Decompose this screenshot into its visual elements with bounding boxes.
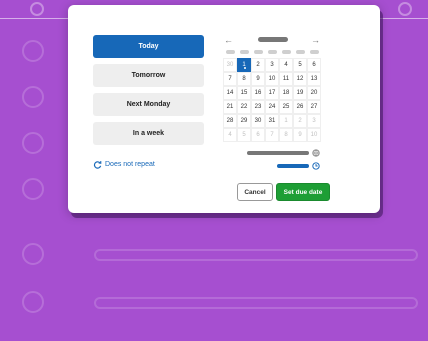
background-check-icon	[22, 132, 44, 154]
calendar-day[interactable]: 1	[279, 114, 293, 128]
calendar-day[interactable]: 4	[223, 128, 237, 142]
calendar-day[interactable]: 4	[279, 58, 293, 72]
calendar-day[interactable]: 2	[251, 58, 265, 72]
background-check-icon	[22, 178, 44, 200]
calendar-day[interactable]: 7	[265, 128, 279, 142]
calendar-grid: 30 1 2 3 4 5 6 7 8 9 10 11 12 13 14 15 16 17 18 19 20 21 22 23 2…	[223, 58, 321, 142]
cancel-button[interactable]: Cancel	[237, 183, 273, 201]
quick-option-today[interactable]: Today	[93, 35, 204, 58]
calendar-day[interactable]: 6	[307, 58, 321, 72]
weekday-label	[296, 50, 305, 54]
calendar-day[interactable]: 13	[307, 72, 321, 86]
calendar-day[interactable]: 8	[279, 128, 293, 142]
time-selector-bar	[247, 151, 309, 155]
calendar-day[interactable]: 19	[293, 86, 307, 100]
calendar-day[interactable]: 12	[293, 72, 307, 86]
weekday-label	[268, 50, 277, 54]
weekday-label	[282, 50, 291, 54]
calendar-day[interactable]: 2	[293, 114, 307, 128]
repeat-label: Does not repeat	[105, 160, 155, 168]
next-month-icon[interactable]: →	[311, 35, 320, 45]
calendar-day[interactable]: 26	[293, 100, 307, 114]
quick-option-next-monday[interactable]: Next Monday	[93, 93, 204, 116]
background-task-bar	[94, 297, 418, 309]
calendar-day[interactable]: 29	[237, 114, 251, 128]
quick-option-tomorrow[interactable]: Tomorrow	[93, 64, 204, 87]
set-due-date-button[interactable]: Set due date	[276, 183, 330, 201]
calendar-day[interactable]: 30	[251, 114, 265, 128]
calendar-day[interactable]: 7	[223, 72, 237, 86]
calendar-day[interactable]: 23	[251, 100, 265, 114]
time-value-bar	[277, 164, 309, 168]
repeat-link[interactable]: Does not repeat	[93, 158, 155, 170]
calendar-day[interactable]: 5	[293, 58, 307, 72]
calendar-day[interactable]: 20	[307, 86, 321, 100]
prev-month-icon[interactable]: ←	[224, 35, 233, 45]
month-title	[258, 37, 288, 42]
background-task-bar	[94, 249, 418, 261]
calendar-day[interactable]: 8	[237, 72, 251, 86]
background-check-icon	[22, 243, 44, 265]
calendar-day[interactable]: 24	[265, 100, 279, 114]
calendar-day[interactable]: 28	[223, 114, 237, 128]
background-icon	[30, 2, 44, 16]
calendar-day[interactable]: 18	[279, 86, 293, 100]
calendar-day[interactable]: 31	[265, 114, 279, 128]
background-task-row	[22, 291, 422, 313]
calendar-day[interactable]: 3	[265, 58, 279, 72]
calendar-day[interactable]: 14	[223, 86, 237, 100]
calendar-day-selected[interactable]: 1	[237, 58, 251, 72]
weekday-label	[240, 50, 249, 54]
calendar-day[interactable]: 27	[307, 100, 321, 114]
weekday-label	[310, 50, 319, 54]
calendar-day[interactable]: 3	[307, 114, 321, 128]
calendar-day[interactable]: 9	[251, 72, 265, 86]
calendar-day[interactable]: 25	[279, 100, 293, 114]
background-check-icon	[22, 291, 44, 313]
weekday-label	[226, 50, 235, 54]
calendar-day[interactable]: 30	[223, 58, 237, 72]
calendar-day[interactable]: 6	[251, 128, 265, 142]
calendar-day[interactable]: 9	[293, 128, 307, 142]
weekday-label	[254, 50, 263, 54]
calendar-day[interactable]: 21	[223, 100, 237, 114]
calendar-day[interactable]: 5	[237, 128, 251, 142]
repeat-icon	[93, 160, 102, 169]
calendar-day[interactable]: 10	[265, 72, 279, 86]
background-check-icon	[22, 86, 44, 108]
calendar-day[interactable]: 22	[237, 100, 251, 114]
background-check-icon	[22, 40, 44, 62]
calendar-day[interactable]: 10	[307, 128, 321, 142]
background-task-row	[22, 243, 422, 265]
clock-icon[interactable]	[312, 162, 320, 170]
globe-icon[interactable]	[312, 149, 320, 157]
calendar-day[interactable]: 17	[265, 86, 279, 100]
quick-option-in-a-week[interactable]: In a week	[93, 122, 204, 145]
calendar-day[interactable]: 16	[251, 86, 265, 100]
calendar-day[interactable]: 15	[237, 86, 251, 100]
calendar-day[interactable]: 11	[279, 72, 293, 86]
background-icon	[398, 2, 412, 16]
due-date-dialog: Today Tomorrow Next Monday In a week Doe…	[68, 5, 380, 213]
